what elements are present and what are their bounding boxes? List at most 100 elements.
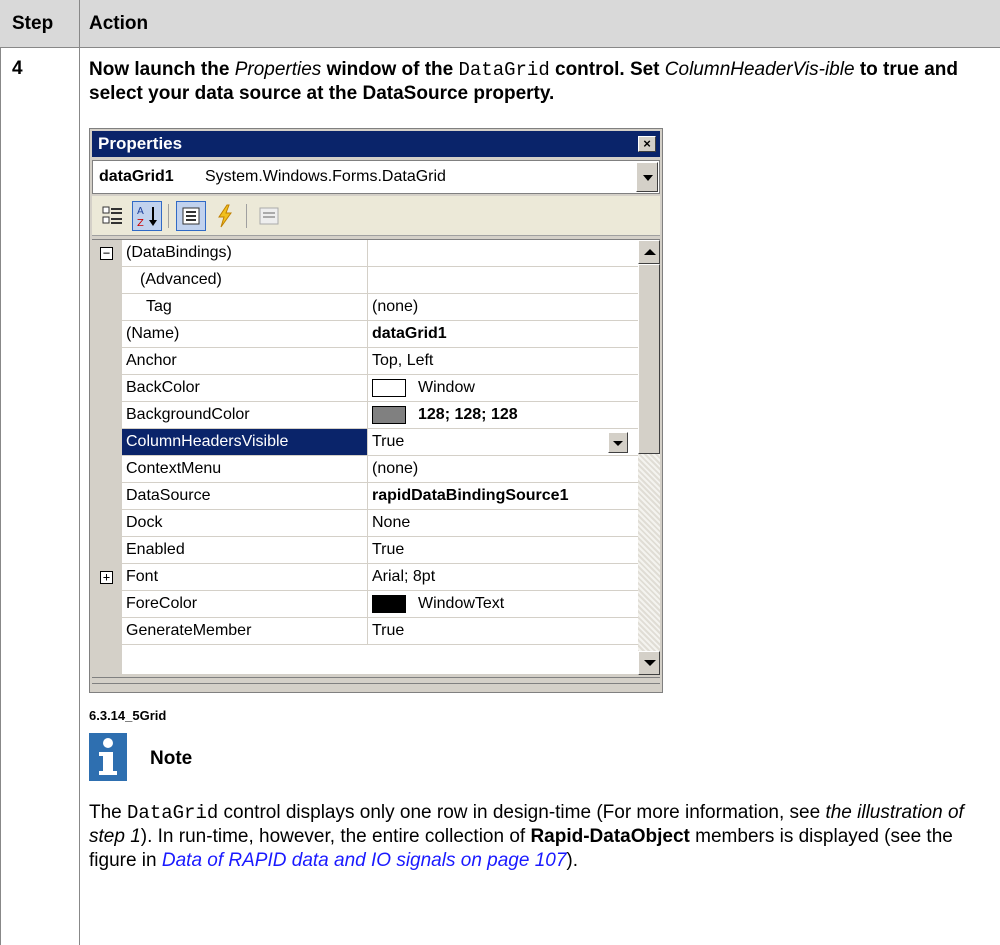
property-value: Window (418, 379, 475, 396)
property-name: (Name) (126, 325, 180, 342)
properties-titlebar: Properties × (92, 131, 660, 157)
toolbar-separator (246, 204, 247, 228)
property-row[interactable]: (Advanced) (92, 267, 638, 294)
scrollbar-thumb[interactable] (638, 264, 660, 454)
properties-window: Properties × dataGrid1 System.Windows.Fo… (89, 128, 663, 693)
property-value: dataGrid1 (372, 325, 447, 342)
property-value: True (372, 541, 405, 558)
value-divider (367, 456, 368, 483)
color-swatch (372, 379, 406, 397)
property-row[interactable]: GenerateMember True (92, 618, 638, 645)
chevron-down-icon[interactable] (636, 162, 658, 192)
table-header-row: Step Action (0, 0, 1000, 48)
value-divider (367, 348, 368, 375)
value-divider (367, 591, 368, 618)
vertical-scrollbar[interactable] (638, 240, 660, 675)
header-action: Action (89, 13, 149, 34)
property-name: Tag (146, 298, 172, 315)
color-swatch (372, 595, 406, 613)
properties-view-icon[interactable] (176, 201, 206, 231)
property-value: WindowText (418, 595, 505, 612)
property-row[interactable]: ForeColor WindowText (92, 591, 638, 618)
value-divider (367, 294, 368, 321)
value-divider (367, 402, 368, 429)
value-divider (367, 240, 368, 267)
color-swatch (372, 406, 406, 424)
column-divider (79, 0, 80, 945)
expand-icon[interactable]: + (100, 571, 113, 584)
property-name: DataSource (126, 487, 211, 504)
properties-title: Properties (98, 134, 183, 153)
property-name: BackgroundColor (126, 406, 250, 423)
property-row[interactable]: Tag (none) (92, 294, 638, 321)
property-name: Anchor (126, 352, 177, 369)
property-value: True (372, 622, 405, 639)
object-name: dataGrid1 (99, 168, 174, 185)
property-row[interactable]: BackgroundColor 128; 128; 128 (92, 402, 638, 429)
value-divider (367, 429, 368, 456)
scroll-down-icon[interactable] (638, 651, 660, 675)
note-title: Note (150, 748, 193, 769)
value-divider (367, 618, 368, 645)
object-type: System.Windows.Forms.DataGrid (205, 168, 446, 185)
property-row[interactable]: BackColor Window (92, 375, 638, 402)
property-name: ColumnHeadersVisible (122, 429, 367, 455)
value-divider (367, 321, 368, 348)
categorized-icon[interactable] (98, 201, 128, 231)
chevron-down-icon[interactable] (608, 432, 628, 453)
property-name: GenerateMember (126, 622, 252, 639)
property-grid: − (DataBindings) (Advanced) Tag (none) (… (92, 239, 660, 675)
value-divider (367, 564, 368, 591)
property-row[interactable]: + Font Arial; 8pt (92, 564, 638, 591)
info-icon (89, 733, 127, 781)
property-name: BackColor (126, 379, 200, 396)
step-instruction: Now launch the Properties window of the … (89, 59, 958, 104)
header-step: Step (12, 13, 54, 34)
value-divider (367, 375, 368, 402)
scroll-up-icon[interactable] (638, 240, 660, 264)
property-pages-icon[interactable] (254, 201, 284, 231)
property-value: Arial; 8pt (372, 568, 436, 585)
value-divider (367, 510, 368, 537)
step-number: 4 (12, 58, 23, 79)
sort-alphabetical-icon[interactable]: AZ (132, 201, 162, 231)
property-value: None (372, 514, 411, 531)
property-value: Top, Left (372, 352, 434, 369)
property-row-selected[interactable]: ColumnHeadersVisible True (92, 429, 638, 456)
close-button[interactable]: × (638, 136, 656, 152)
object-selector[interactable]: dataGrid1 System.Windows.Forms.DataGrid (92, 160, 660, 194)
property-name: ForeColor (126, 595, 198, 612)
property-name: (Advanced) (140, 271, 222, 288)
property-value: True (372, 433, 405, 450)
figure-caption: 6.3.14_5Grid (89, 708, 167, 723)
property-row[interactable]: Anchor Top, Left (92, 348, 638, 375)
value-divider (367, 483, 368, 510)
properties-toolbar: AZ (92, 196, 660, 236)
property-name: Dock (126, 514, 163, 531)
property-name: ContextMenu (126, 460, 222, 477)
procedure-table: Step Action 4 Now launch the Properties … (0, 0, 1000, 945)
property-value: (none) (372, 298, 419, 315)
value-divider (367, 537, 368, 564)
property-value: 128; 128; 128 (418, 406, 518, 423)
property-name: Enabled (126, 541, 185, 558)
events-icon[interactable] (210, 201, 240, 231)
note-body: The DataGrid control displays only one r… (89, 802, 964, 871)
property-value: rapidDataBindingSource1 (372, 487, 569, 504)
property-value: (none) (372, 460, 419, 477)
property-row[interactable]: (Name) dataGrid1 (92, 321, 638, 348)
cross-reference-link[interactable]: Data of RAPID data and IO signals on pag… (162, 850, 567, 871)
property-name: (DataBindings) (126, 244, 232, 261)
collapse-icon[interactable]: − (100, 247, 113, 260)
property-name: Font (126, 568, 159, 585)
property-row[interactable]: ContextMenu (none) (92, 456, 638, 483)
property-row[interactable]: − (DataBindings) (92, 240, 638, 267)
property-row[interactable]: DataSource rapidDataBindingSource1 (92, 483, 638, 510)
property-row[interactable]: Dock None (92, 510, 638, 537)
svg-text:Z: Z (137, 218, 144, 229)
svg-text:A: A (137, 206, 144, 217)
table-left-border (0, 0, 1, 945)
property-row[interactable]: Enabled True (92, 537, 638, 564)
value-divider (367, 267, 368, 294)
description-pane-splitter[interactable] (92, 677, 660, 689)
